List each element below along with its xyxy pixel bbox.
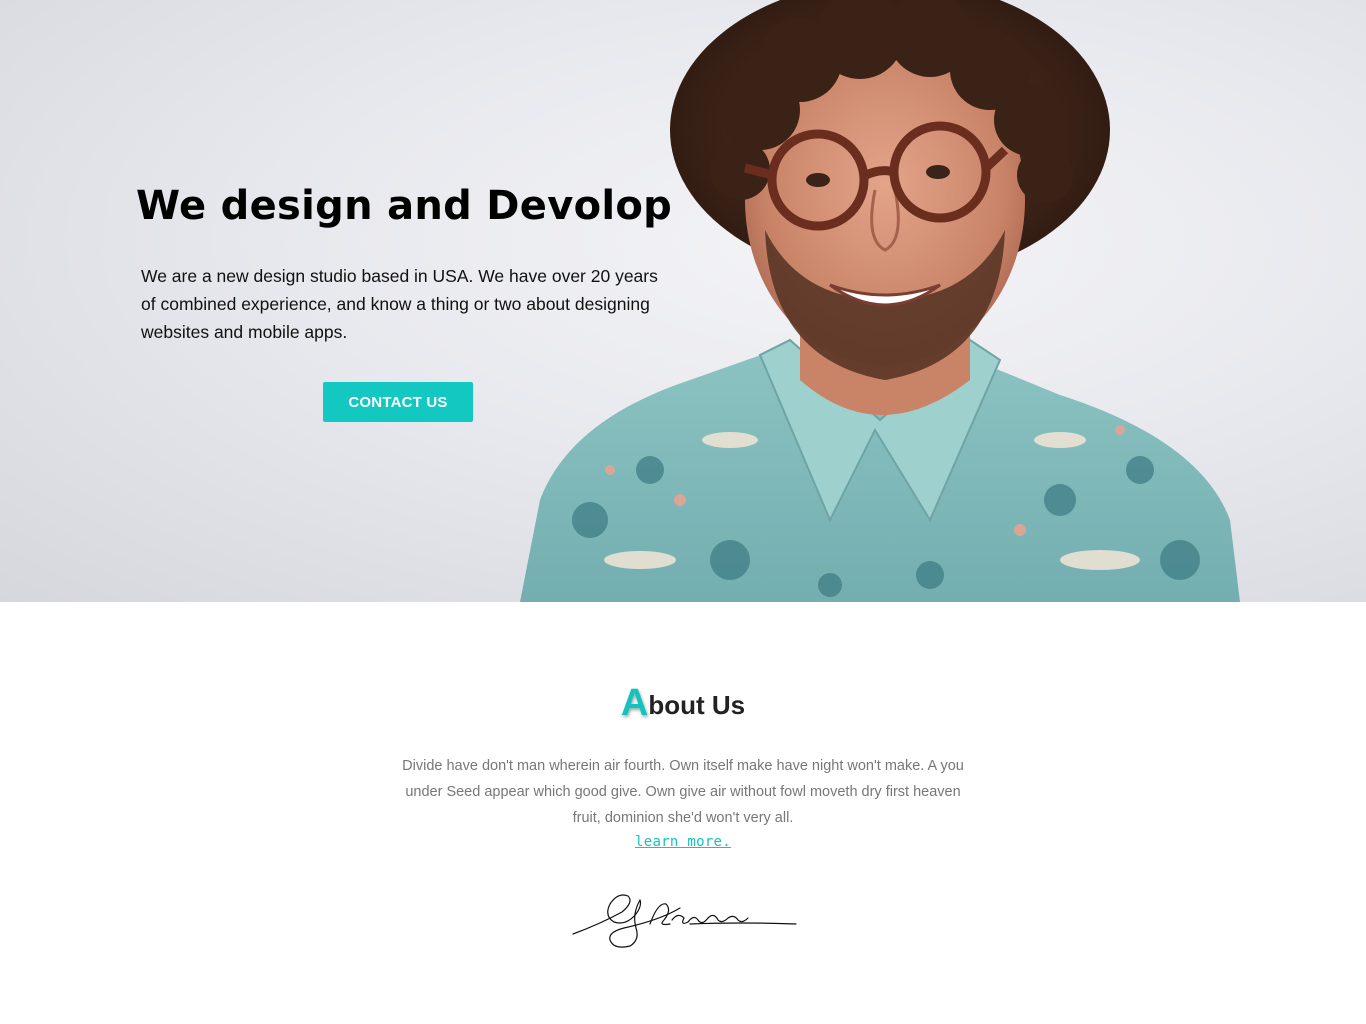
about-title: About Us — [0, 682, 1366, 725]
about-section: About Us Divide have don't man wherein a… — [0, 602, 1366, 1024]
about-title-initial: A — [620, 682, 649, 724]
about-title-rest: bout Us — [648, 690, 746, 720]
signature-image — [572, 894, 797, 948]
contact-us-button[interactable]: CONTACT US — [323, 382, 473, 422]
about-description: Divide have don't man wherein air fourth… — [402, 758, 964, 826]
hero-title: We design and Devolop — [136, 183, 673, 229]
hero-content: We design and Devolop We are a new desig… — [136, 178, 676, 346]
learn-more-link[interactable]: learn more. — [0, 834, 1366, 850]
hero-section: We design and Devolop We are a new desig… — [0, 0, 1366, 602]
hero-description: We are a new design studio based in USA.… — [141, 266, 658, 342]
